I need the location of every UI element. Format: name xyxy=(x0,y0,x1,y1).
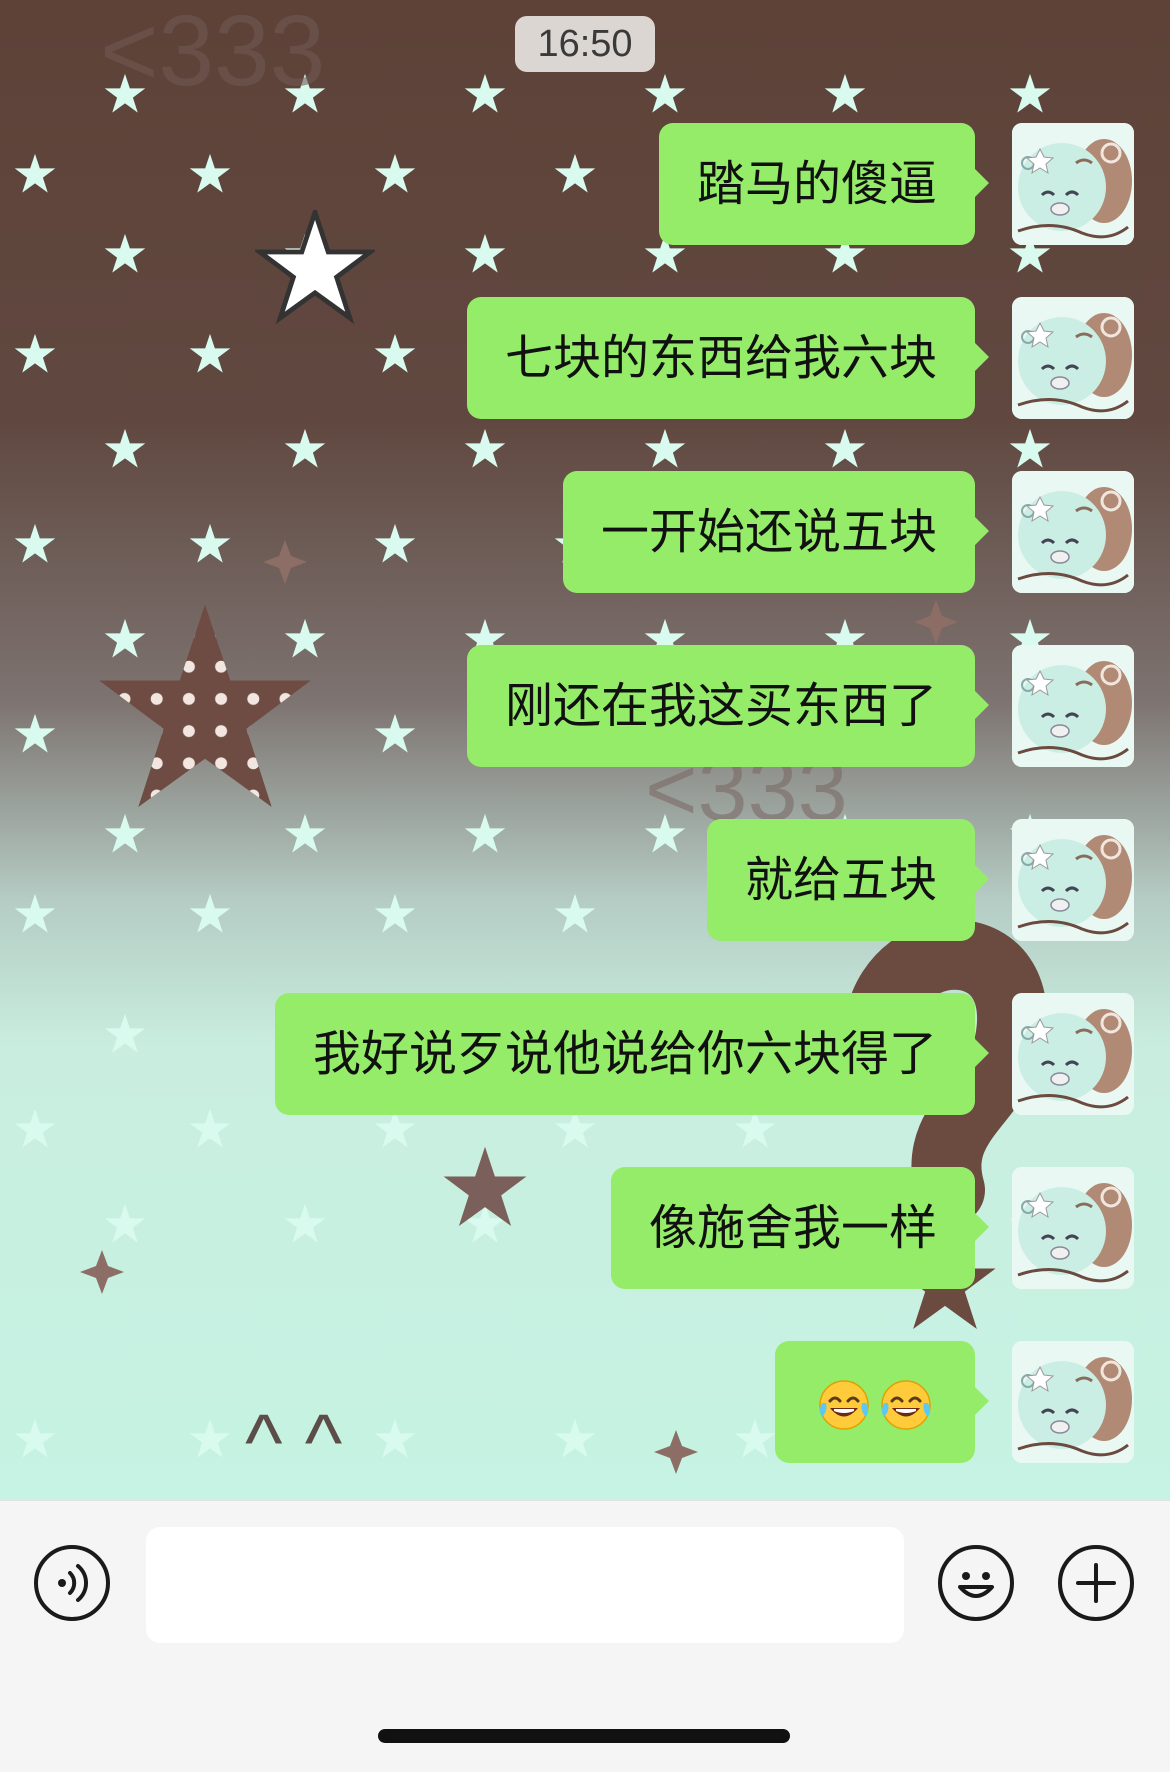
message-input[interactable] xyxy=(146,1527,904,1643)
message-text: 像施舍我一样 xyxy=(648,1200,937,1256)
wallpaper-carets: ^ ^ xyxy=(245,1398,343,1487)
message-text: 一开始还说五块 xyxy=(600,504,937,560)
message-bubble[interactable]: 踏马的傻逼 xyxy=(658,123,990,245)
wallpaper-doodle: <333 xyxy=(100,0,325,107)
tears-of-joy-emoji xyxy=(881,1380,931,1430)
emoji-button[interactable] xyxy=(938,1545,1014,1621)
message-bubble[interactable]: 七块的东西给我六块 xyxy=(466,297,990,419)
avatar[interactable] xyxy=(1012,993,1134,1115)
avatar[interactable] xyxy=(1012,1167,1134,1289)
avatar[interactable] xyxy=(1012,123,1134,245)
plus-icon xyxy=(1076,1563,1116,1603)
message-text: 踏马的傻逼 xyxy=(696,156,937,212)
timestamp: 16:50 xyxy=(515,16,655,72)
message-text: 我好说歹说他说给你六块得了 xyxy=(312,1026,937,1082)
voice-icon xyxy=(58,1564,89,1602)
avatar[interactable] xyxy=(1012,1341,1134,1463)
message-bubble[interactable]: 就给五块 xyxy=(706,819,990,941)
message-bubble[interactable]: 像施舍我一样 xyxy=(610,1167,990,1289)
message-text: 刚还在我这买东西了 xyxy=(504,678,937,734)
message-bubble[interactable]: 我好说歹说他说给你六块得了 xyxy=(274,993,990,1115)
message-text: 七块的东西给我六块 xyxy=(504,330,937,386)
plus-button[interactable] xyxy=(1058,1545,1134,1621)
avatar[interactable] xyxy=(1012,645,1134,767)
avatar[interactable] xyxy=(1012,297,1134,419)
emoji-face-icon xyxy=(958,1572,994,1598)
avatar[interactable] xyxy=(1012,471,1134,593)
message-bubble[interactable] xyxy=(775,1341,989,1463)
message-bubble[interactable]: 一开始还说五块 xyxy=(562,471,990,593)
input-bar xyxy=(0,1500,1170,1772)
home-indicator xyxy=(378,1729,790,1743)
tears-of-joy-emoji xyxy=(819,1380,869,1430)
message-text: 就给五块 xyxy=(744,852,937,908)
message-bubble[interactable]: 刚还在我这买东西了 xyxy=(466,645,990,767)
big-white-star xyxy=(260,212,370,318)
avatar[interactable] xyxy=(1012,819,1134,941)
voice-button[interactable] xyxy=(34,1545,110,1621)
